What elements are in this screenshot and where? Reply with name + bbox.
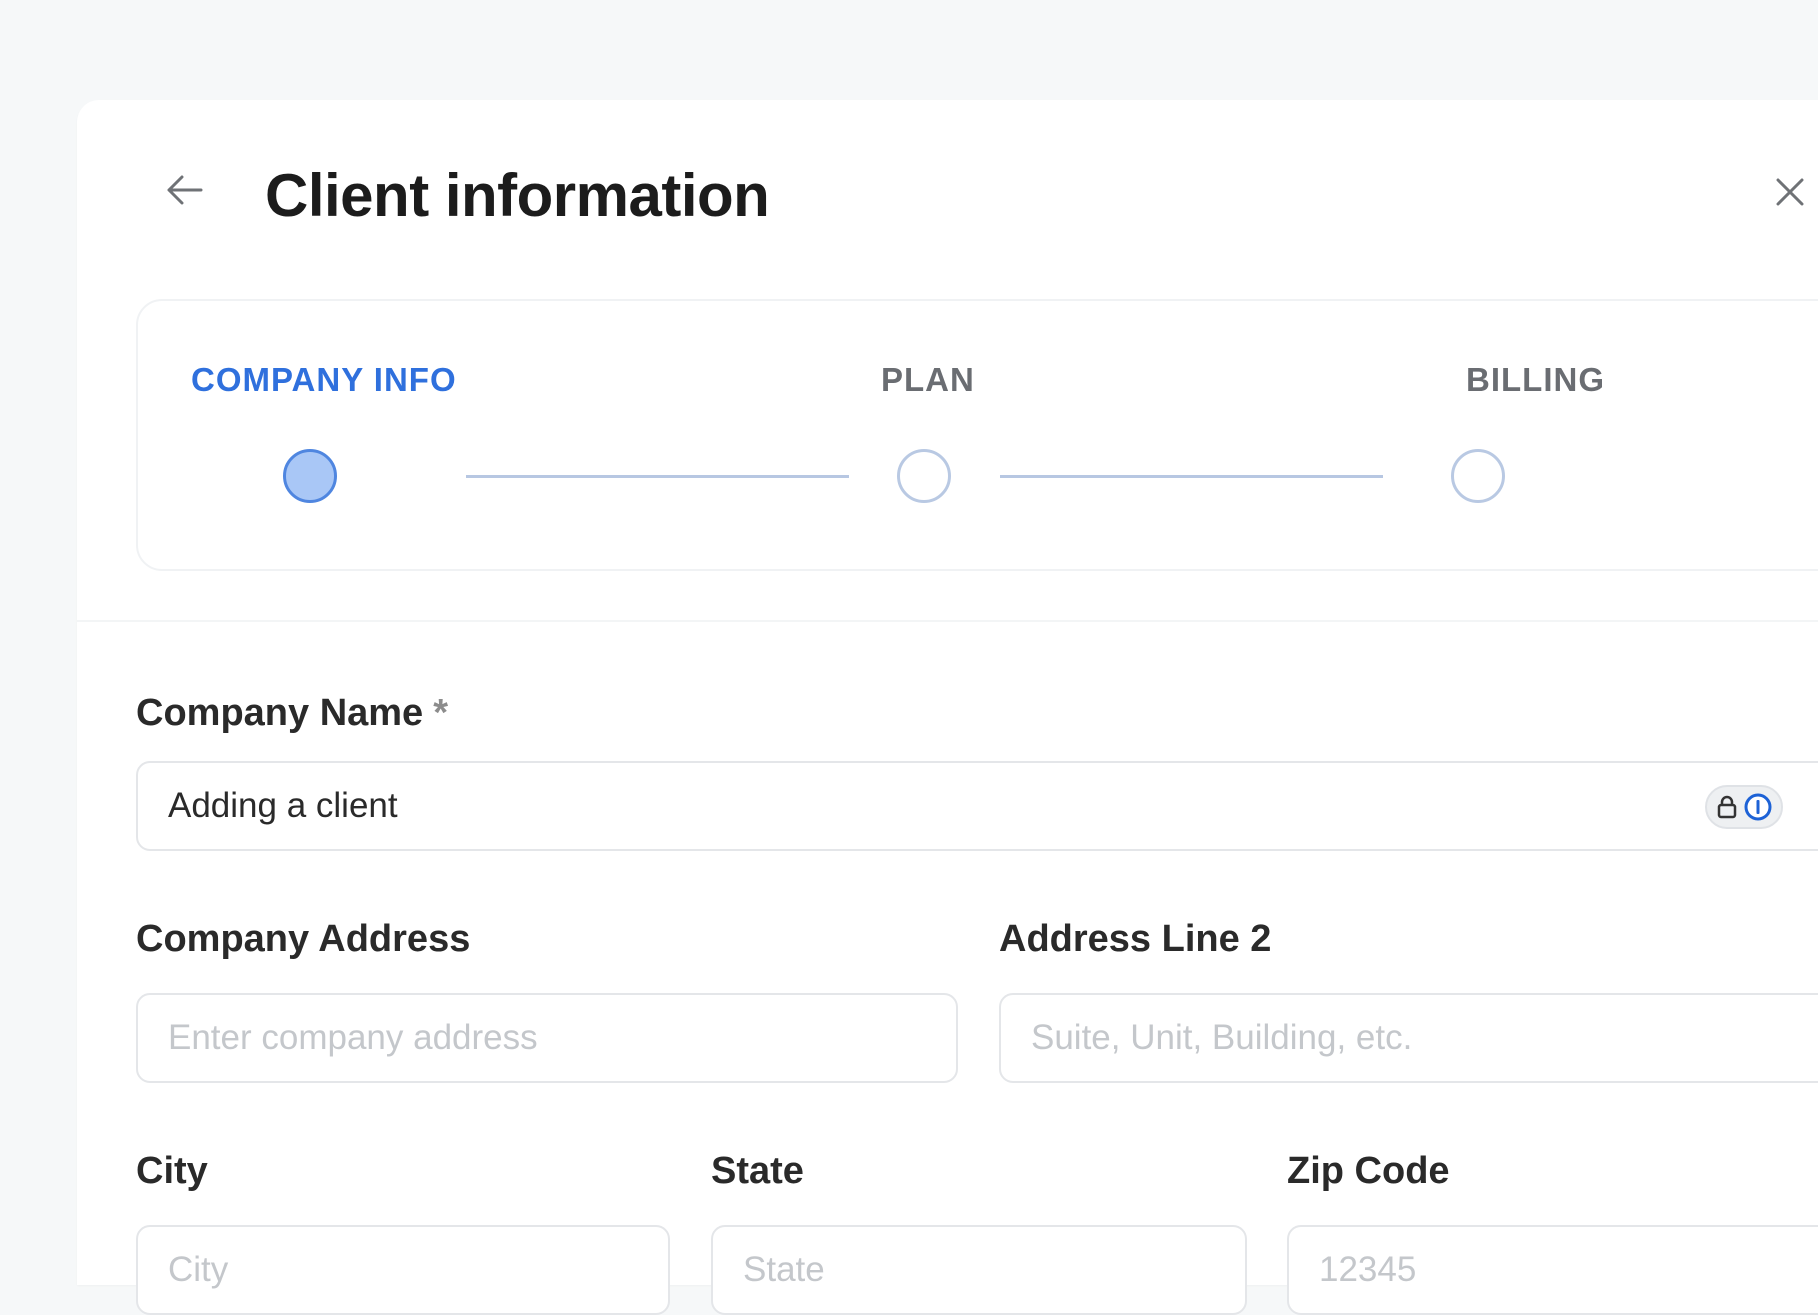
- step-connector: [466, 475, 849, 478]
- password-manager-icon: [1744, 793, 1772, 821]
- page-title: Client information: [265, 162, 770, 229]
- city-label: City: [136, 1150, 208, 1192]
- section-divider: [77, 620, 1818, 622]
- address-line-2-input[interactable]: [999, 993, 1818, 1083]
- step-label-billing[interactable]: BILLING: [1466, 361, 1605, 399]
- password-manager-button[interactable]: [1705, 785, 1783, 829]
- lock-icon: [1717, 795, 1737, 819]
- state-input[interactable]: [711, 1225, 1247, 1315]
- company-name-label: Company Name *: [136, 692, 448, 734]
- step-label-plan[interactable]: PLAN: [881, 361, 975, 399]
- step-indicator-billing[interactable]: [1451, 449, 1505, 503]
- panel-header: Client information COMPANY INFO PLAN BIL…: [77, 100, 1818, 620]
- client-information-panel: Client information COMPANY INFO PLAN BIL…: [77, 100, 1818, 1285]
- close-button[interactable]: [1762, 164, 1818, 220]
- step-connector: [1000, 475, 1383, 478]
- step-indicator-company-info[interactable]: [283, 449, 337, 503]
- progress-stepper: COMPANY INFO PLAN BILLING: [136, 299, 1818, 571]
- arrow-left-icon: [167, 175, 203, 205]
- address-line-2-label: Address Line 2: [999, 918, 1272, 960]
- state-label: State: [711, 1150, 804, 1192]
- close-icon: [1776, 178, 1804, 206]
- company-name-input[interactable]: [136, 761, 1818, 851]
- company-address-input[interactable]: [136, 993, 958, 1083]
- zip-code-label: Zip Code: [1287, 1150, 1450, 1192]
- company-address-label: Company Address: [136, 918, 471, 960]
- back-button[interactable]: [155, 160, 215, 220]
- zip-code-input[interactable]: [1287, 1225, 1818, 1315]
- required-asterisk: *: [433, 692, 448, 734]
- city-input[interactable]: [136, 1225, 670, 1315]
- step-label-company-info[interactable]: COMPANY INFO: [191, 361, 457, 399]
- step-indicator-plan[interactable]: [897, 449, 951, 503]
